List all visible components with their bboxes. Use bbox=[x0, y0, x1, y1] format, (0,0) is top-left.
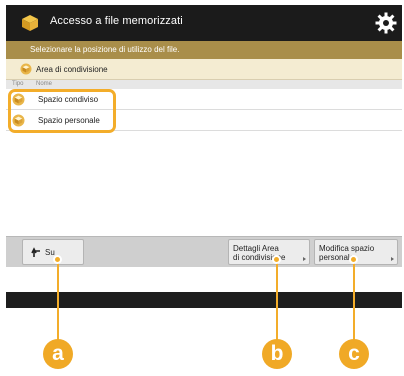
details-label-line1: Dettagli Area bbox=[233, 244, 279, 253]
gear-icon[interactable] bbox=[374, 11, 398, 35]
box-icon bbox=[22, 15, 38, 31]
title-bar: Accesso a file memorizzati bbox=[6, 5, 402, 41]
callout-line-b bbox=[276, 259, 278, 341]
corner-arrow-icon bbox=[391, 257, 394, 261]
corner-arrow-icon bbox=[303, 257, 306, 261]
column-name: Nome bbox=[36, 81, 53, 87]
callout-dot-c bbox=[349, 255, 358, 264]
instruction-text: Selezionare la posizione di utilizzo del… bbox=[30, 45, 180, 54]
edit-label-line1: Modifica spazio bbox=[319, 244, 375, 253]
highlight-frame bbox=[8, 89, 116, 133]
callout-dot-a bbox=[53, 255, 62, 264]
callout-dot-b bbox=[272, 255, 281, 264]
callout-c: c bbox=[339, 339, 369, 369]
instruction-bar: Selezionare la posizione di utilizzo del… bbox=[6, 41, 402, 59]
share-area-details-button[interactable]: Dettagli Area di condivisione bbox=[228, 239, 310, 265]
callout-b: b bbox=[262, 339, 292, 369]
folder-box-icon bbox=[20, 63, 32, 75]
location-bar: Area di condivisione bbox=[6, 59, 402, 80]
column-type: Tipo bbox=[12, 81, 24, 87]
callout-a: a bbox=[43, 339, 73, 369]
status-bar bbox=[6, 292, 402, 308]
callout-line-a bbox=[57, 259, 59, 341]
column-header: Tipo Nome bbox=[6, 80, 402, 89]
location-label: Area di condivisione bbox=[36, 65, 108, 74]
callout-line-c bbox=[353, 259, 355, 341]
page-title: Accesso a file memorizzati bbox=[50, 15, 183, 27]
up-arrow-icon bbox=[31, 247, 40, 257]
bottom-toolbar: Su Dettagli Area di condivisione Modific… bbox=[6, 236, 402, 267]
